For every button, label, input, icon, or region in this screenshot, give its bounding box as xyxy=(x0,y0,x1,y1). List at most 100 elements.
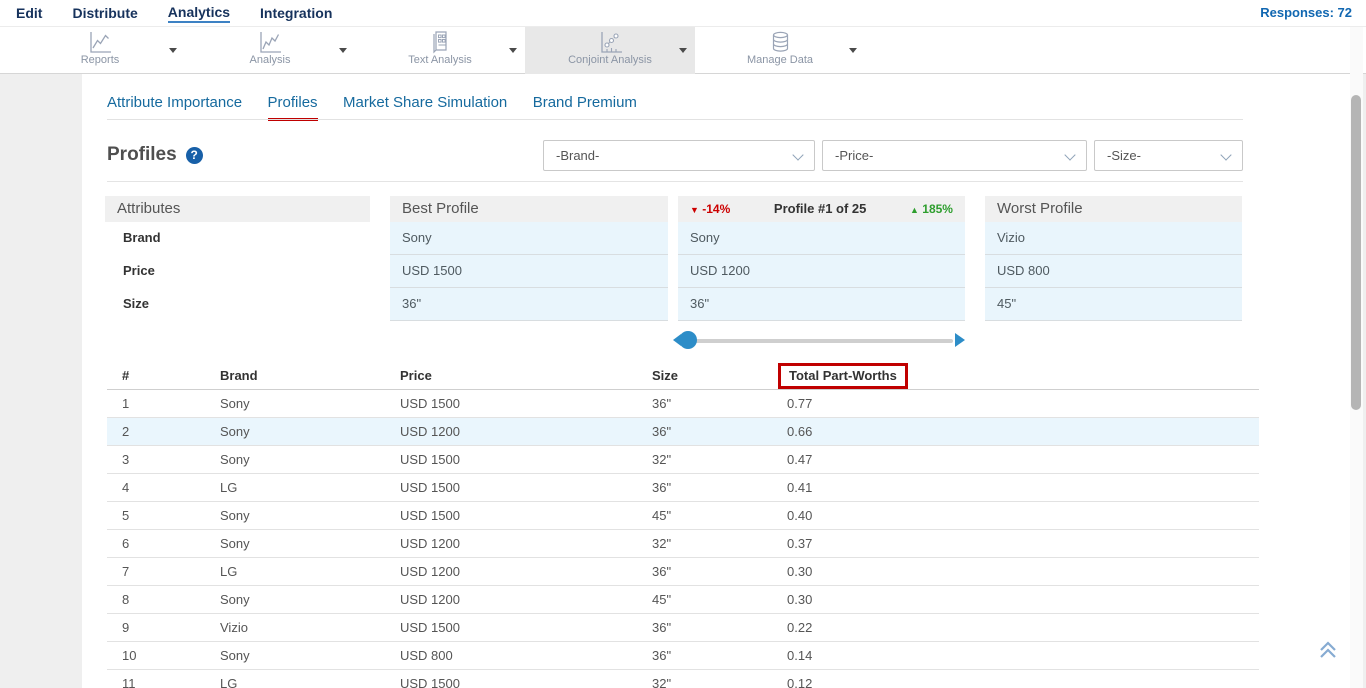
vertical-scrollbar[interactable] xyxy=(1350,27,1363,688)
dropdown-caret-icon[interactable] xyxy=(339,48,347,53)
tab-market-share-simulation[interactable]: Market Share Simulation xyxy=(343,94,507,118)
dropdown-caret-icon[interactable] xyxy=(169,48,177,53)
tab-profiles[interactable]: Profiles xyxy=(268,94,318,121)
cell-total-part-worths: 0.40 xyxy=(787,502,1259,529)
page-title: Profiles xyxy=(107,144,177,166)
ribbon-toolbar: Reports Analysis Text Analysis xyxy=(0,27,1366,74)
table-body: 1 Sony USD 1500 36" 0.77 2 Sony USD 1200… xyxy=(107,390,1259,688)
brand-filter-select[interactable]: -Brand- xyxy=(543,140,815,171)
table-row[interactable]: 8 Sony USD 1200 45" 0.30 xyxy=(107,586,1259,614)
cell-size: 32" xyxy=(652,670,787,688)
table-row[interactable]: 10 Sony USD 800 36" 0.14 xyxy=(107,642,1259,670)
cell-total-part-worths: 0.77 xyxy=(787,390,1259,417)
column-header-price: Price xyxy=(400,362,652,390)
cell-total-part-worths: 0.37 xyxy=(787,530,1259,557)
profile-slider[interactable] xyxy=(678,330,965,350)
attribute-label-brand: Brand xyxy=(105,222,370,255)
increase-badge: ▲ 185% xyxy=(910,196,953,223)
worst-profile-price: USD 800 xyxy=(985,255,1242,288)
cell-brand: LG xyxy=(220,558,400,585)
table-row[interactable]: 11 LG USD 1500 32" 0.12 xyxy=(107,670,1259,688)
price-filter-select[interactable]: -Price- xyxy=(822,140,1087,171)
table-row[interactable]: 9 Vizio USD 1500 36" 0.22 xyxy=(107,614,1259,642)
best-profile-price: USD 1500 xyxy=(390,255,668,288)
ribbon-button-label: Text Analysis xyxy=(355,54,525,66)
table-header-row: # Brand Price Size Total Part-Worths xyxy=(107,362,1259,390)
cell-total-part-worths: 0.41 xyxy=(787,474,1259,501)
current-profile-price: USD 1200 xyxy=(678,255,965,288)
cell-price: USD 1200 xyxy=(400,530,652,557)
profile-counter: Profile #1 of 25 xyxy=(774,196,866,222)
cell-total-part-worths: 0.30 xyxy=(787,586,1259,613)
price-filter-value: -Price- xyxy=(835,148,873,163)
nav-item-edit[interactable]: Edit xyxy=(16,5,42,21)
table-row[interactable]: 2 Sony USD 1200 36" 0.66 xyxy=(107,418,1259,446)
cell-brand: Sony xyxy=(220,446,400,473)
scrollbar-thumb[interactable] xyxy=(1351,95,1361,410)
cell-number: 1 xyxy=(122,390,220,417)
cell-size: 36" xyxy=(652,642,787,669)
cell-price: USD 1500 xyxy=(400,502,652,529)
cell-total-part-worths: 0.66 xyxy=(787,418,1259,445)
reports-button[interactable]: Reports xyxy=(15,27,185,74)
tab-attribute-importance[interactable]: Attribute Importance xyxy=(107,94,242,118)
cell-number: 2 xyxy=(122,418,220,445)
subtab-divider xyxy=(107,119,1243,120)
conjoint-analysis-icon xyxy=(597,30,624,55)
responses-count[interactable]: Responses: 72 xyxy=(1260,5,1352,20)
cell-size: 36" xyxy=(652,614,787,641)
size-filter-select[interactable]: -Size- xyxy=(1094,140,1243,171)
table-row[interactable]: 3 Sony USD 1500 32" 0.47 xyxy=(107,446,1259,474)
app-window: Edit Distribute Analytics Integration Re… xyxy=(0,0,1366,688)
cell-size: 36" xyxy=(652,474,787,501)
ribbon-button-label: Conjoint Analysis xyxy=(525,54,695,66)
conjoint-analysis-button[interactable]: Conjoint Analysis xyxy=(525,27,695,74)
table-row[interactable]: 4 LG USD 1500 36" 0.41 xyxy=(107,474,1259,502)
slider-next-arrow-icon[interactable] xyxy=(955,333,965,347)
chevron-down-icon xyxy=(1220,149,1231,160)
help-icon[interactable]: ? xyxy=(186,147,203,164)
cell-total-part-worths: 0.12 xyxy=(787,670,1259,688)
cell-size: 36" xyxy=(652,418,787,445)
cell-total-part-worths: 0.22 xyxy=(787,614,1259,641)
text-analysis-button[interactable]: Text Analysis xyxy=(355,27,525,74)
slider-handle[interactable] xyxy=(679,331,697,349)
nav-item-distribute[interactable]: Distribute xyxy=(72,5,137,21)
dropdown-caret-icon[interactable] xyxy=(679,48,687,53)
table-row[interactable]: 7 LG USD 1200 36" 0.30 xyxy=(107,558,1259,586)
cell-brand: Sony xyxy=(220,390,400,417)
table-row[interactable]: 6 Sony USD 1200 32" 0.37 xyxy=(107,530,1259,558)
cell-price: USD 1500 xyxy=(400,670,652,688)
double-chevron-up-icon xyxy=(1316,638,1340,662)
cell-size: 36" xyxy=(652,558,787,585)
worst-profile-size: 45" xyxy=(985,288,1242,321)
highlight-annotation-box: Total Part-Worths xyxy=(778,363,908,389)
dropdown-caret-icon[interactable] xyxy=(509,48,517,53)
dropdown-caret-icon[interactable] xyxy=(849,48,857,53)
attributes-panel: Attributes Brand Price Size xyxy=(105,196,370,321)
cell-brand: LG xyxy=(220,474,400,501)
database-icon xyxy=(767,30,794,55)
current-profile-brand: Sony xyxy=(678,222,965,255)
tab-brand-premium[interactable]: Brand Premium xyxy=(533,94,637,118)
current-profile-header: ▼ -14% Profile #1 of 25 ▲ 185% xyxy=(678,196,965,222)
analysis-button[interactable]: Analysis xyxy=(185,27,355,74)
attribute-label-price: Price xyxy=(105,255,370,288)
best-profile-header: Best Profile xyxy=(390,196,668,222)
cell-brand: Sony xyxy=(220,586,400,613)
cell-number: 10 xyxy=(122,642,220,669)
column-header-size: Size xyxy=(652,362,787,390)
column-header-number: # xyxy=(122,362,220,390)
manage-data-button[interactable]: Manage Data xyxy=(695,27,865,74)
cell-brand: Sony xyxy=(220,642,400,669)
cell-number: 9 xyxy=(122,614,220,641)
cell-brand: Sony xyxy=(220,502,400,529)
scroll-to-top-button[interactable] xyxy=(1316,638,1340,662)
nav-item-integration[interactable]: Integration xyxy=(260,5,332,21)
cell-price: USD 1500 xyxy=(400,614,652,641)
reports-chart-icon xyxy=(87,30,114,55)
table-row[interactable]: 1 Sony USD 1500 36" 0.77 xyxy=(107,390,1259,418)
table-row[interactable]: 5 Sony USD 1500 45" 0.40 xyxy=(107,502,1259,530)
nav-item-analytics[interactable]: Analytics xyxy=(168,4,230,23)
slider-track[interactable] xyxy=(686,339,953,343)
